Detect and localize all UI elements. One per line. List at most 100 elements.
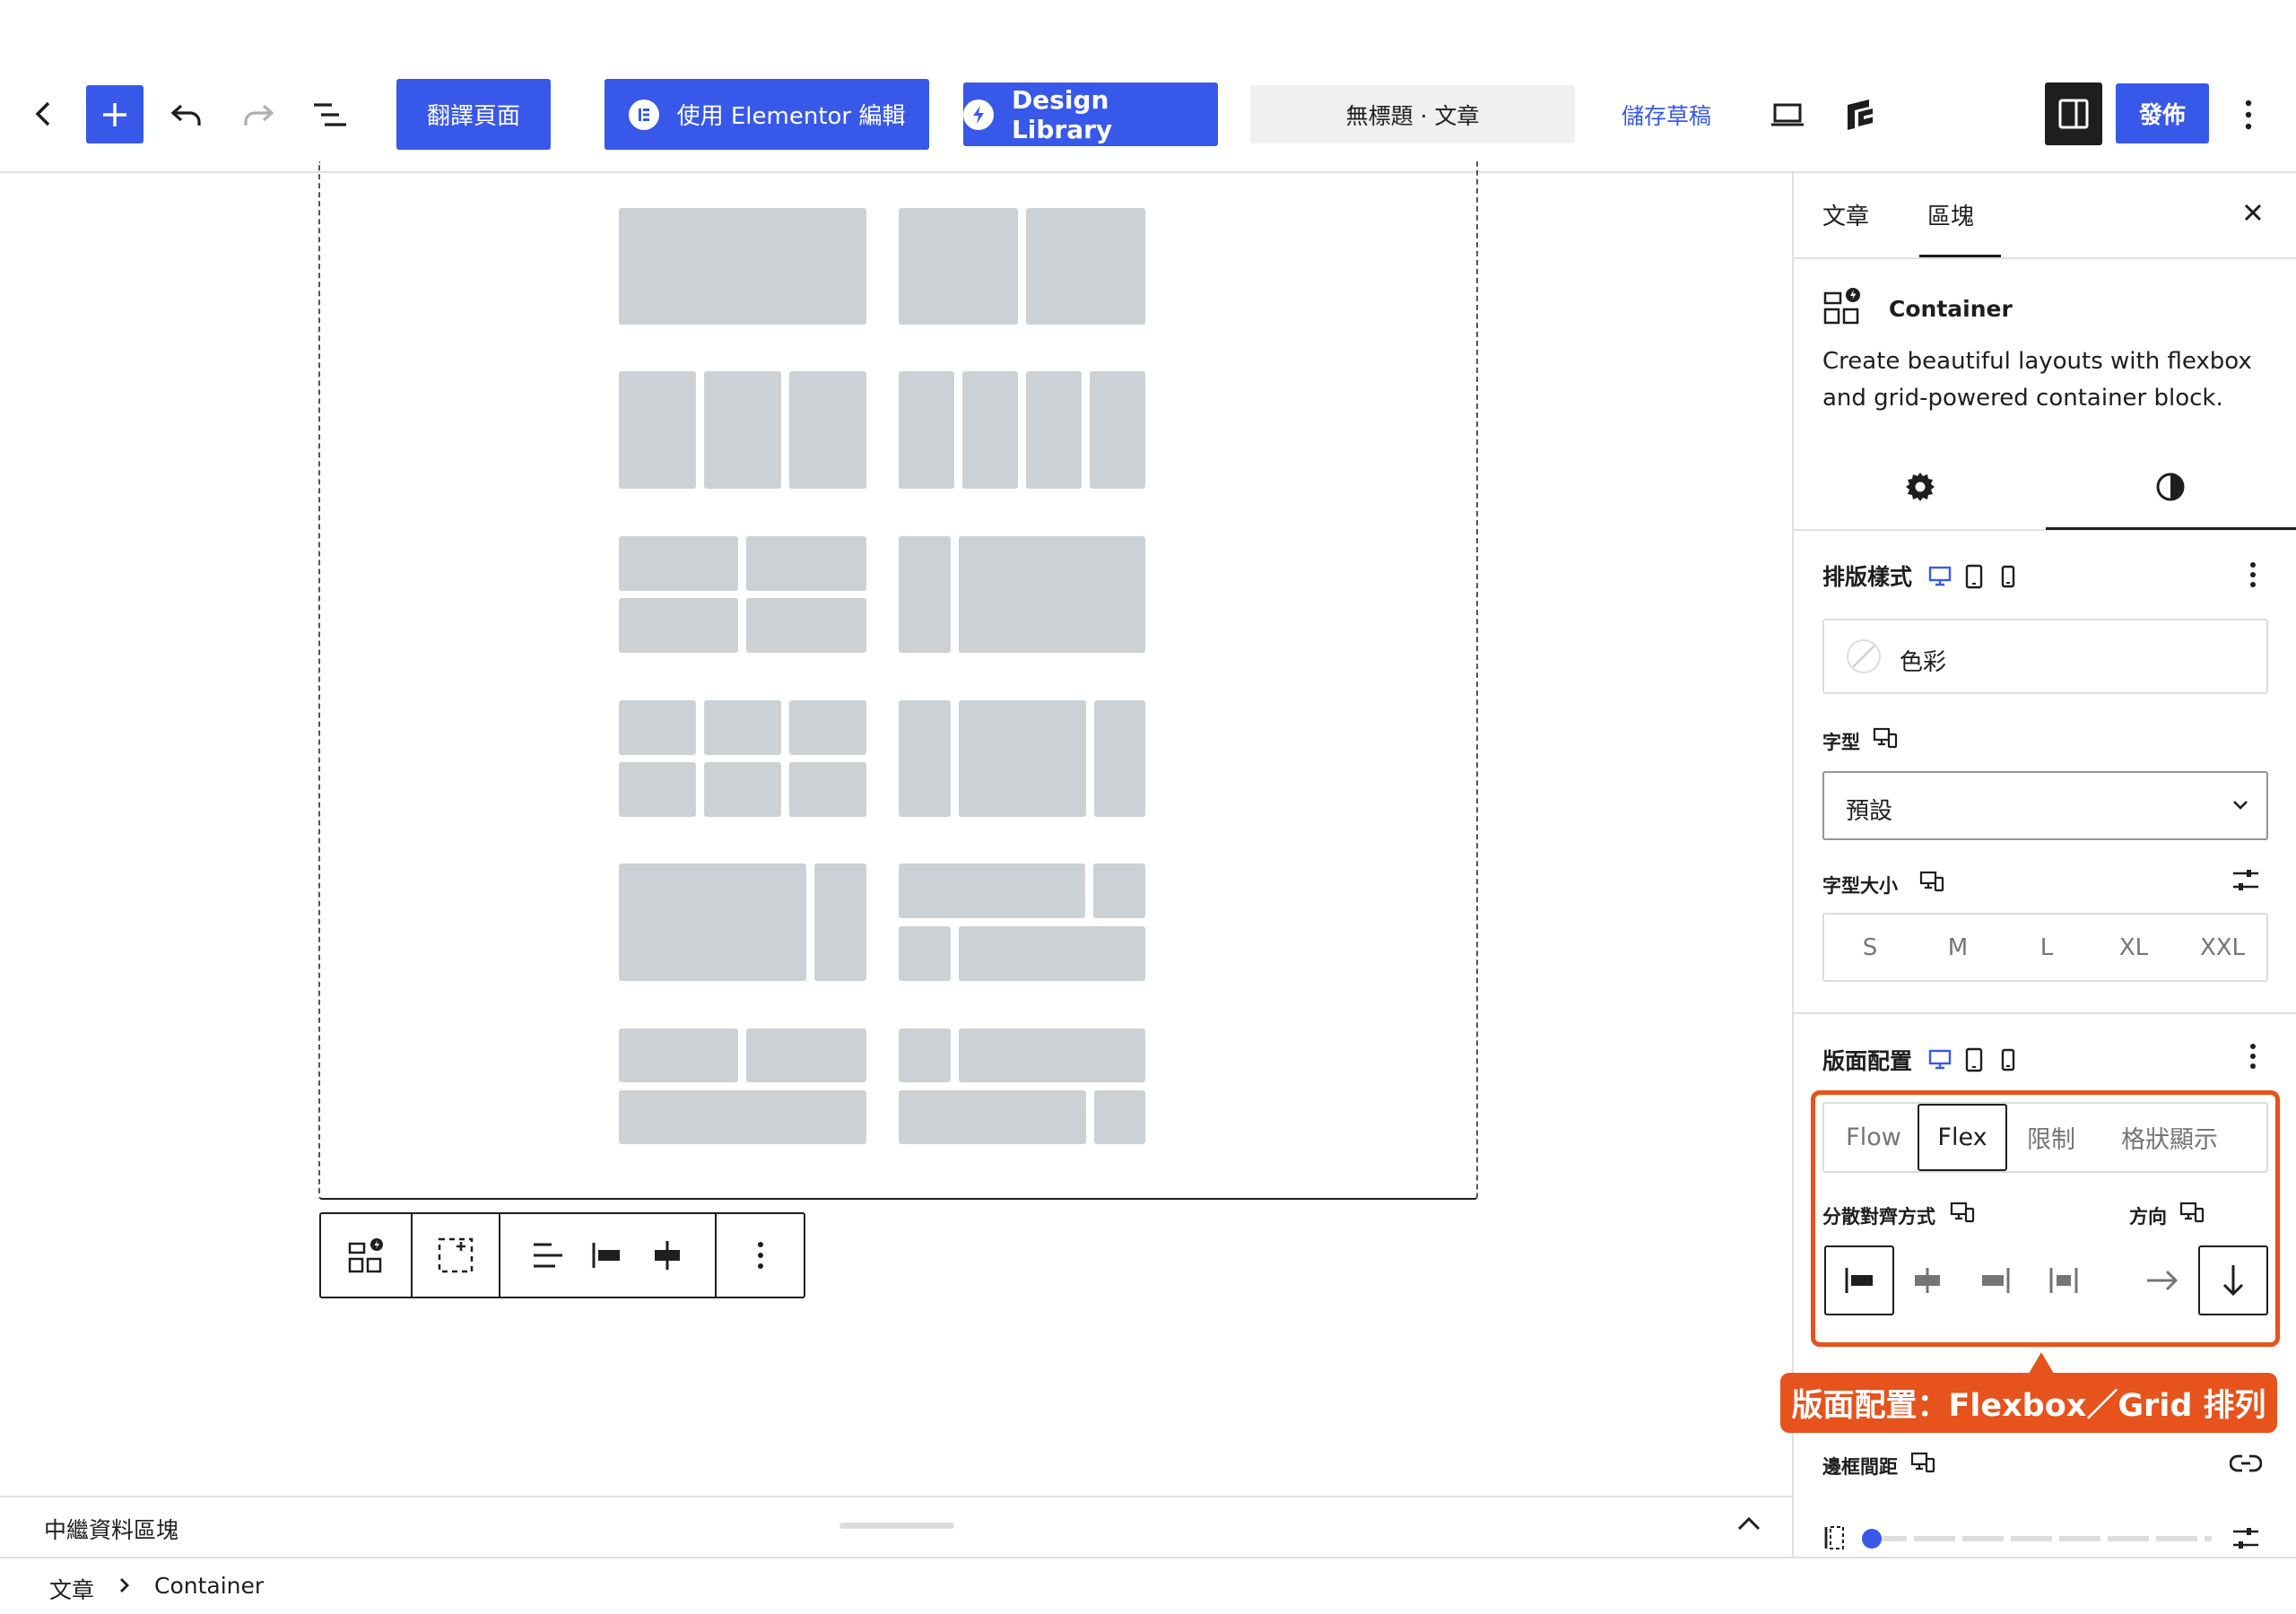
layout-preset-tile[interactable]: [899, 863, 1085, 918]
layout-preset-tile[interactable]: [746, 598, 866, 653]
layout-preset-tile[interactable]: [619, 536, 738, 591]
layout-preset-tile[interactable]: [899, 208, 1018, 325]
layout-preset-tile[interactable]: [814, 863, 866, 981]
responsive-icon[interactable]: [1910, 1451, 1935, 1474]
chevron-right-icon: [118, 1576, 131, 1594]
font-size-option[interactable]: M: [1922, 915, 1994, 980]
layout-preset-tile[interactable]: [619, 598, 738, 653]
document-title-bar[interactable]: 無標題 · 文章: [1250, 85, 1575, 143]
resize-handle[interactable]: [839, 1523, 954, 1529]
custom-size-icon[interactable]: [2231, 867, 2260, 894]
block-options-button[interactable]: [717, 1214, 804, 1297]
layout-preset-tile[interactable]: [899, 1028, 951, 1082]
unlink-sides-icon[interactable]: [2230, 1452, 2262, 1475]
tablet-icon[interactable]: [1964, 1047, 1984, 1072]
desktop-icon[interactable]: [1928, 1047, 1952, 1071]
layout-preset-tile[interactable]: [619, 762, 696, 817]
breadcrumb-item[interactable]: Container: [154, 1573, 264, 1599]
layout-preset-tile[interactable]: [789, 700, 866, 755]
tab-block[interactable]: 區塊: [1927, 198, 1974, 231]
settings-gear-icon[interactable]: [1904, 471, 1936, 503]
layout-preset-tile[interactable]: [619, 1090, 866, 1144]
mobile-icon[interactable]: [2000, 564, 2016, 589]
layout-options-icon[interactable]: [2249, 1043, 2257, 1070]
font-size-option[interactable]: L: [2011, 915, 2083, 980]
block-type-button[interactable]: [321, 1214, 413, 1297]
layout-preset-tile[interactable]: [899, 536, 951, 653]
padding-slider-thumb[interactable]: [1862, 1529, 1882, 1549]
layout-preset-tile[interactable]: [1026, 371, 1082, 489]
document-overview-icon[interactable]: [310, 97, 350, 133]
layout-preset-tile[interactable]: [899, 926, 951, 981]
add-block-button[interactable]: [86, 85, 144, 143]
color-picker-button[interactable]: 色彩: [1822, 619, 2268, 694]
font-family-select[interactable]: 預設: [1822, 771, 2268, 840]
elementor-icon: [628, 99, 659, 130]
container-block-icon: [1822, 286, 1862, 325]
layout-preset-tile[interactable]: [704, 700, 781, 755]
elementor-edit-button[interactable]: 使用 Elementor 編輯: [604, 79, 929, 150]
highlight-box: [1811, 1090, 2280, 1347]
tab-post[interactable]: 文章: [1822, 198, 1869, 231]
font-size-option[interactable]: S: [1834, 915, 1906, 980]
layout-preset-tile[interactable]: [959, 926, 1145, 981]
redo-icon[interactable]: [239, 97, 278, 133]
color-label: 色彩: [1900, 649, 1947, 676]
publish-button[interactable]: 發佈: [2116, 83, 2209, 143]
layout-preset-tile[interactable]: [959, 536, 1145, 653]
layout-preset-tile[interactable]: [619, 1028, 738, 1082]
layout-preset-tile[interactable]: [962, 371, 1018, 489]
select-parent-button[interactable]: [413, 1214, 500, 1297]
undo-icon[interactable]: [167, 97, 206, 133]
align-text-icon[interactable]: [532, 1242, 564, 1269]
more-options-icon[interactable]: [2235, 95, 2262, 134]
layout-preset-tile[interactable]: [899, 700, 951, 817]
layout-preset-tile[interactable]: [789, 762, 866, 817]
custom-value-icon[interactable]: [2231, 1525, 2260, 1552]
callout-label: 版面配置：Flexbox／Grid 排列: [1780, 1373, 2277, 1433]
preview-icon[interactable]: [1767, 97, 1808, 133]
styles-icon[interactable]: [2154, 471, 2187, 503]
justify-center-icon[interactable]: [651, 1239, 683, 1271]
justify-left-icon[interactable]: [591, 1239, 623, 1271]
responsive-icon[interactable]: [1873, 726, 1898, 750]
layout-preset-tile[interactable]: [746, 536, 866, 591]
layout-preset-tile[interactable]: [959, 1028, 1145, 1082]
translate-page-button[interactable]: 翻譯頁面: [396, 79, 551, 150]
layout-preset-tile[interactable]: [1026, 208, 1145, 325]
layout-preset-tile[interactable]: [1093, 863, 1145, 918]
font-size-option[interactable]: XL: [2098, 915, 2170, 980]
tablet-icon[interactable]: [1964, 564, 1984, 589]
layout-preset-tile[interactable]: [619, 863, 806, 981]
mobile-icon[interactable]: [2000, 1047, 2016, 1072]
typography-options-icon[interactable]: [2249, 561, 2257, 588]
layout-preset-tile[interactable]: [1094, 700, 1145, 817]
stackable-settings-icon[interactable]: [1839, 92, 1880, 135]
padding-label: 邊框間距: [1822, 1456, 1898, 1478]
layout-preset-tile[interactable]: [1094, 1090, 1145, 1144]
layout-preset-tile[interactable]: [1090, 371, 1145, 489]
layout-preset-tile[interactable]: [899, 371, 954, 489]
chevron-up-icon[interactable]: [1736, 1515, 1761, 1532]
meta-boxes-label[interactable]: 中繼資料區塊: [44, 1513, 178, 1545]
layout-preset-tile[interactable]: [704, 371, 781, 489]
desktop-icon[interactable]: [1928, 564, 1952, 587]
layout-preset-tile[interactable]: [899, 1090, 1086, 1144]
layout-preset-tile[interactable]: [789, 371, 866, 489]
responsive-icon[interactable]: [1919, 870, 1944, 893]
design-library-button[interactable]: Design Library: [963, 82, 1218, 146]
padding-slider-track[interactable]: [1866, 1536, 2212, 1541]
font-size-option[interactable]: XXL: [2187, 915, 2258, 980]
close-icon[interactable]: [2242, 202, 2264, 223]
top-toolbar: 翻譯頁面 使用 Elementor 編輯 Design Library 無標題 …: [0, 0, 2296, 173]
layout-preset-tile[interactable]: [746, 1028, 866, 1082]
save-draft-button[interactable]: 儲存草稿: [1622, 99, 1711, 131]
layout-preset-tile[interactable]: [619, 371, 696, 489]
settings-sidebar-toggle[interactable]: [2045, 82, 2102, 145]
layout-preset-tile[interactable]: [619, 700, 696, 755]
breadcrumb-item[interactable]: 文章: [49, 1573, 94, 1605]
layout-preset-tile[interactable]: [619, 208, 866, 325]
back-icon[interactable]: [25, 94, 61, 134]
layout-preset-tile[interactable]: [704, 762, 781, 817]
layout-preset-tile[interactable]: [959, 700, 1086, 817]
